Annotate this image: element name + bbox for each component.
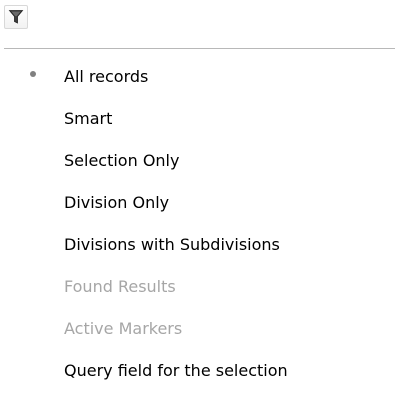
menu-item-label: Query field for the selection xyxy=(64,360,288,380)
menu-item-divisions-with-subdivisions[interactable]: Divisions with Subdivisions xyxy=(0,223,395,265)
bullet-slot xyxy=(0,181,64,223)
menu-item-query-field-for-selection[interactable]: Query field for the selection xyxy=(0,349,395,391)
menu-item-label: Selection Only xyxy=(64,150,180,170)
filter-funnel-icon xyxy=(8,10,24,24)
bullet-slot xyxy=(0,223,64,265)
filter-menu: All records Smart Selection Only Divisio… xyxy=(0,55,395,391)
menu-item-smart[interactable]: Smart xyxy=(0,97,395,139)
bullet-slot xyxy=(0,307,64,349)
menu-item-found-results: Found Results xyxy=(0,265,395,307)
menu-item-label: Active Markers xyxy=(64,318,183,338)
bullet-slot xyxy=(0,55,64,97)
menu-item-selection-only[interactable]: Selection Only xyxy=(0,139,395,181)
menu-item-active-markers: Active Markers xyxy=(0,307,395,349)
bullet-slot xyxy=(0,139,64,181)
bullet-slot xyxy=(0,265,64,307)
menu-item-label: Division Only xyxy=(64,192,170,212)
menu-item-label: Divisions with Subdivisions xyxy=(64,234,280,254)
filter-button[interactable] xyxy=(4,5,28,29)
selected-bullet-icon xyxy=(30,71,36,77)
menu-item-label: Smart xyxy=(64,108,113,128)
menu-item-label: All records xyxy=(64,66,149,86)
menu-item-label: Found Results xyxy=(64,276,176,296)
toolbar xyxy=(0,0,395,52)
menu-item-division-only[interactable]: Division Only xyxy=(0,181,395,223)
bullet-slot xyxy=(0,349,64,391)
menu-item-all-records[interactable]: All records xyxy=(0,55,395,97)
bullet-slot xyxy=(0,97,64,139)
menu-separator xyxy=(4,48,395,49)
